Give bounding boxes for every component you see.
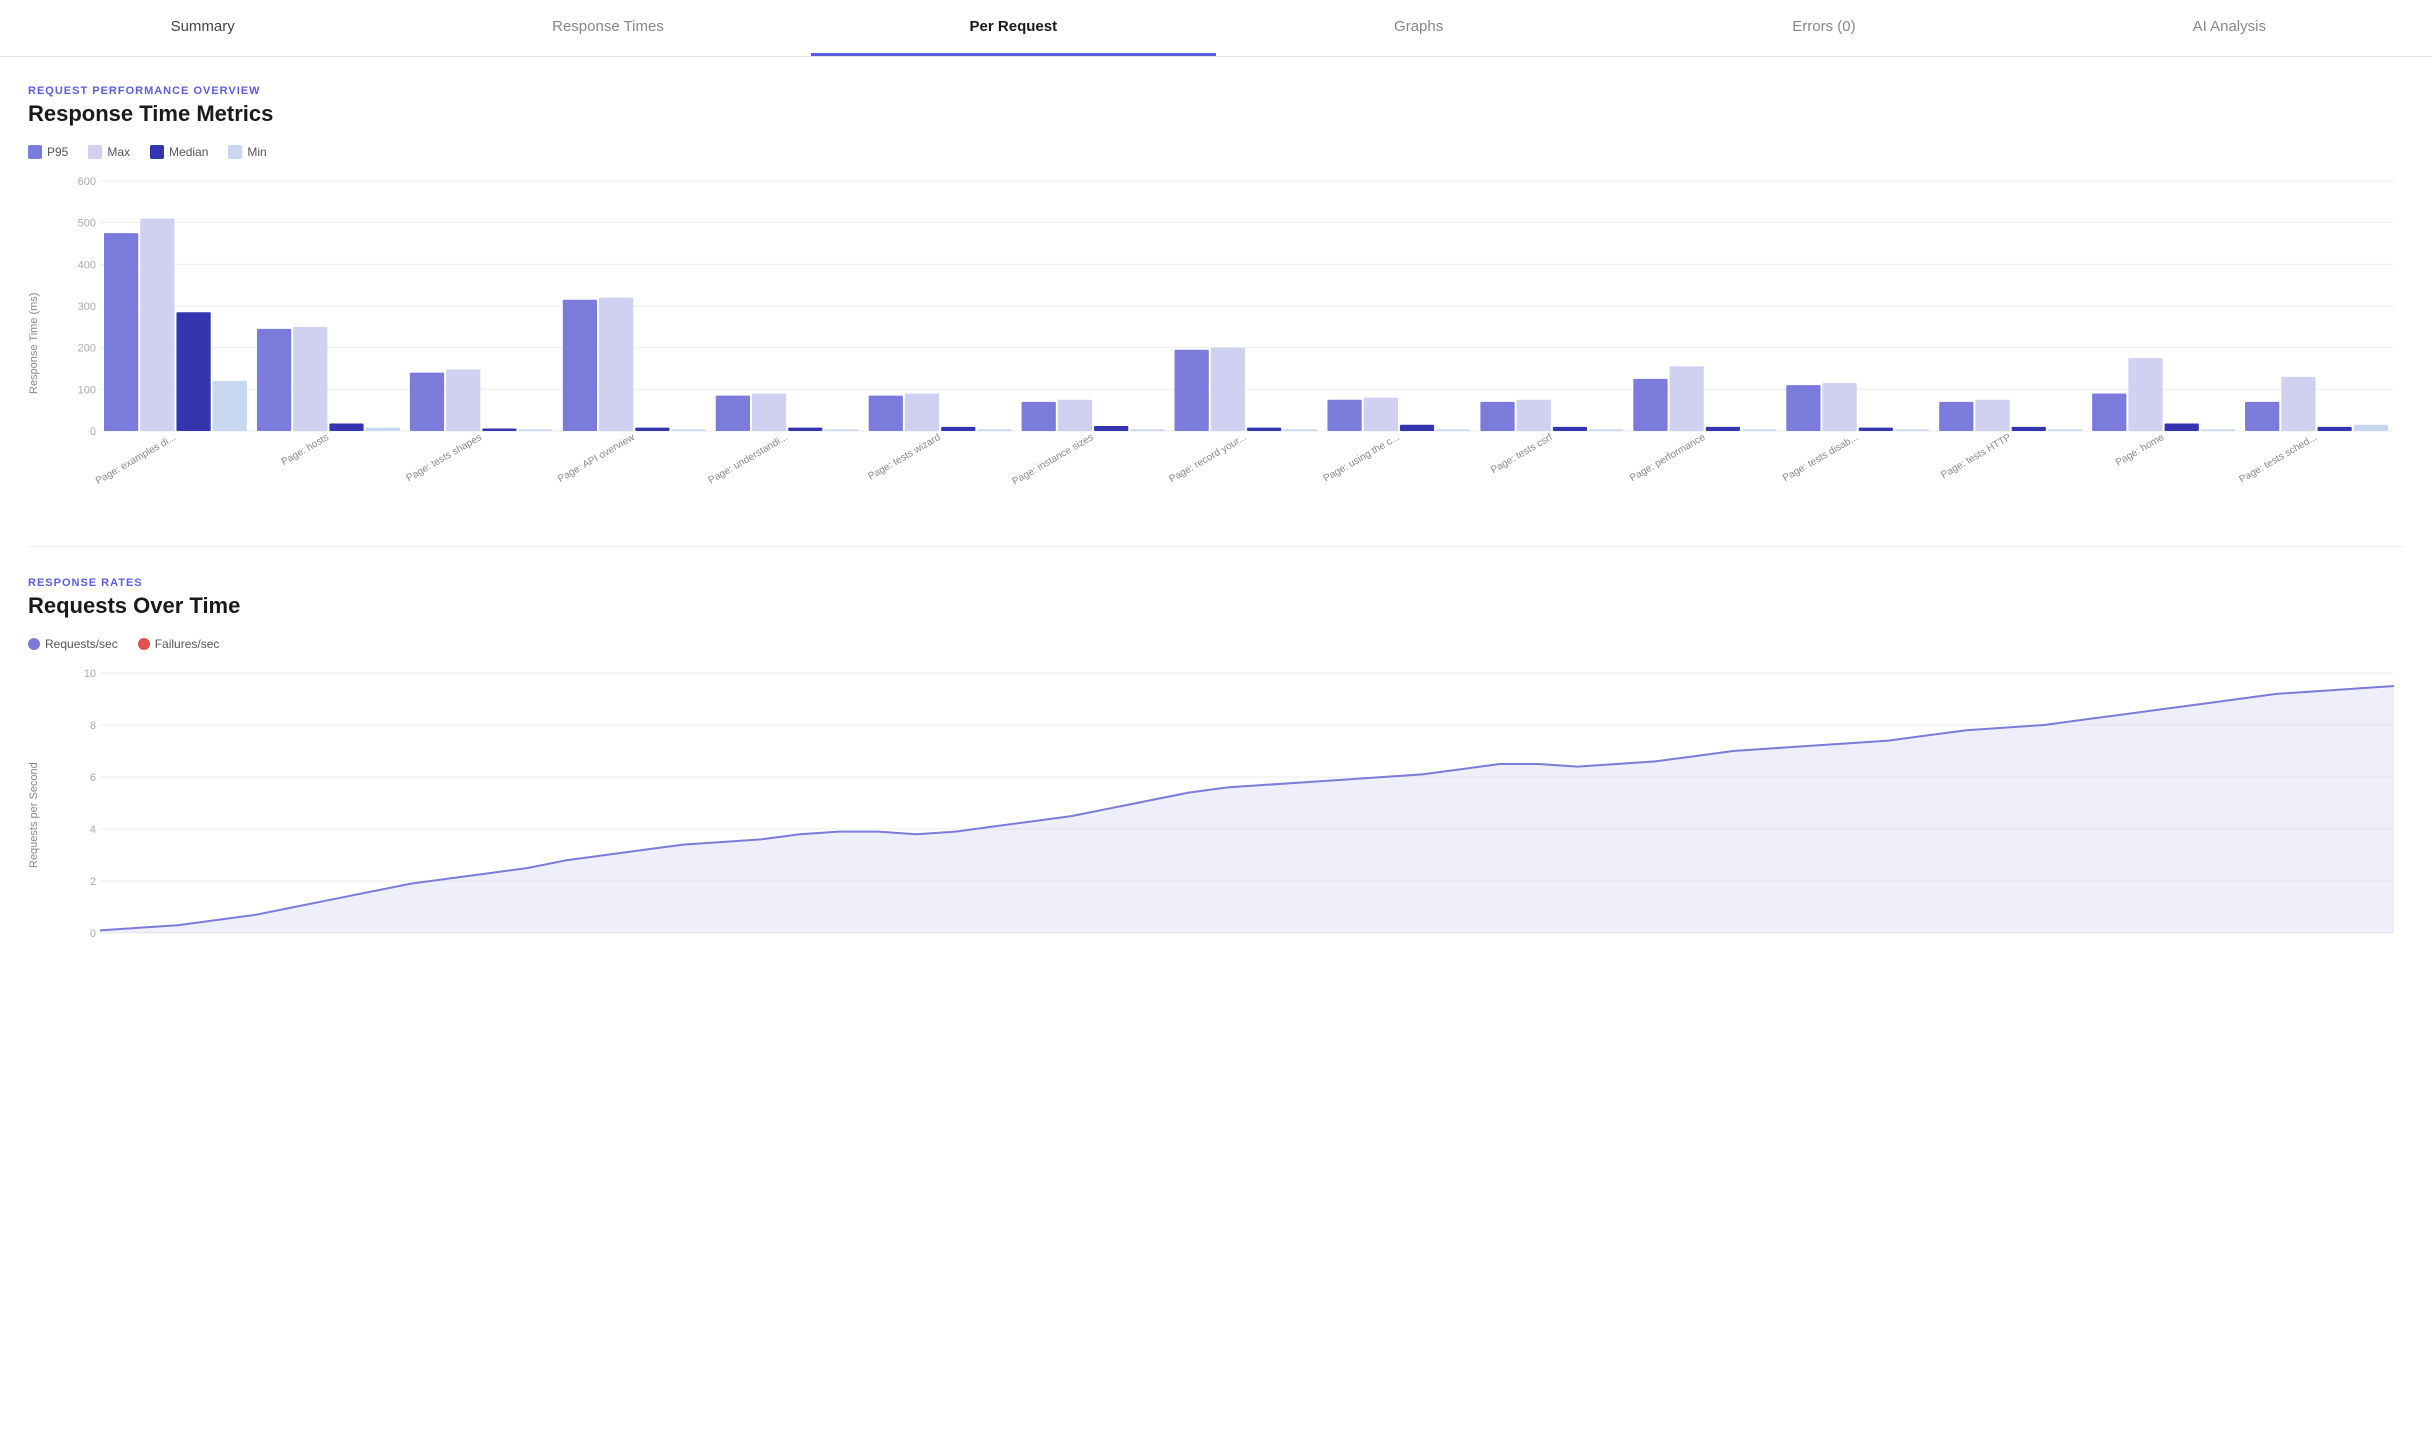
line-chart-y-label: Requests per Second	[28, 663, 58, 968]
svg-text:6: 6	[90, 772, 96, 784]
svg-text:Page: home: Page: home	[2114, 432, 2167, 469]
legend-p95: P95	[28, 145, 68, 159]
section1-title: Response Time Metrics	[28, 101, 2404, 127]
tab-bar: Summary Response Times Per Request Graph…	[0, 0, 2432, 57]
svg-text:Page: tests csrf: Page: tests csrf	[1489, 432, 1554, 476]
svg-text:8: 8	[90, 720, 96, 732]
bar-chart-wrapper: Response Time (ms) 0 100 200 300 400 500 600 Pa…	[28, 171, 2404, 516]
svg-text:100: 100	[78, 384, 96, 396]
svg-text:Page: tests sched...: Page: tests sched...	[2237, 432, 2319, 485]
svg-text:Page: tests wizard: Page: tests wizard	[866, 432, 942, 482]
line-chart-wrapper: Requests per Second 0 2 4 6 8 10	[28, 663, 2404, 968]
svg-text:10: 10	[84, 668, 96, 680]
legend-max-label: Max	[107, 145, 130, 159]
legend-p95-label: P95	[47, 145, 68, 159]
legend-max-icon	[88, 145, 102, 159]
legend-median-icon	[150, 145, 164, 159]
tab-response-times[interactable]: Response Times	[405, 0, 810, 56]
bar-chart-legend: P95 Max Median Min	[28, 145, 2404, 159]
svg-text:2: 2	[90, 876, 96, 888]
main-content: REQUEST PERFORMANCE OVERVIEW Response Ti…	[0, 57, 2432, 968]
legend-failures-icon	[138, 638, 150, 650]
tab-graphs[interactable]: Graphs	[1216, 0, 1621, 56]
line-chart-section: RESPONSE RATES Requests Over Time Reques…	[28, 577, 2404, 968]
legend-p95-icon	[28, 145, 42, 159]
svg-text:400: 400	[78, 259, 96, 271]
bar-chart-area: 0 100 200 300 400 500 600 Page: examples di... P…	[62, 171, 2404, 516]
tab-ai-analysis[interactable]: AI Analysis	[2027, 0, 2432, 56]
line-chart-svg: 0 2 4 6 8 10	[62, 663, 2404, 963]
svg-text:0: 0	[90, 928, 96, 940]
svg-text:Page: tests disab...: Page: tests disab...	[1781, 432, 1860, 484]
svg-text:Page: tests HTTP: Page: tests HTTP	[1939, 432, 2013, 481]
svg-text:Page: hosts: Page: hosts	[280, 432, 331, 468]
bar-chart-y-label: Response Time (ms)	[28, 171, 58, 516]
legend-min-icon	[228, 145, 242, 159]
section2-title: Requests Over Time	[28, 593, 2404, 619]
svg-text:Page: record your...: Page: record your...	[1167, 432, 1248, 485]
legend-median-label: Median	[169, 145, 208, 159]
svg-text:200: 200	[78, 343, 96, 355]
bar-chart-section: REQUEST PERFORMANCE OVERVIEW Response Ti…	[28, 85, 2404, 516]
tab-per-request[interactable]: Per Request	[811, 0, 1216, 56]
svg-text:Page: understandi...: Page: understandi...	[707, 432, 790, 486]
section1-label: REQUEST PERFORMANCE OVERVIEW	[28, 85, 2404, 97]
svg-text:Page: API overview: Page: API overview	[556, 432, 637, 485]
legend-requests: Requests/sec	[28, 637, 118, 651]
legend-failures-label: Failures/sec	[155, 637, 220, 651]
legend-min: Min	[228, 145, 266, 159]
tab-errors[interactable]: Errors (0)	[1621, 0, 2026, 56]
legend-requests-label: Requests/sec	[45, 637, 118, 651]
legend-median: Median	[150, 145, 208, 159]
legend-failures: Failures/sec	[138, 637, 220, 651]
legend-requests-icon	[28, 638, 40, 650]
legend-max: Max	[88, 145, 130, 159]
svg-text:Page: examples di...: Page: examples di...	[94, 432, 178, 487]
svg-text:300: 300	[78, 301, 96, 313]
line-chart-legend: Requests/sec Failures/sec	[28, 637, 2404, 651]
section-divider	[28, 546, 2404, 547]
svg-text:0: 0	[90, 426, 96, 438]
bar-chart-svg: 0 100 200 300 400 500 600 Page: examples di... P…	[62, 171, 2404, 511]
line-chart-area: 0 2 4 6 8 10	[62, 663, 2404, 968]
section2-label: RESPONSE RATES	[28, 577, 2404, 589]
svg-text:4: 4	[90, 824, 96, 836]
svg-text:Page: instance sizes: Page: instance sizes	[1011, 432, 1096, 487]
svg-text:Page: performance: Page: performance	[1628, 432, 1708, 484]
legend-min-label: Min	[247, 145, 266, 159]
tab-summary[interactable]: Summary	[0, 0, 405, 56]
svg-text:600: 600	[78, 176, 96, 188]
svg-text:500: 500	[78, 218, 96, 230]
svg-text:Page: using the c...: Page: using the c...	[1322, 432, 1402, 484]
svg-text:Page: tests shapes: Page: tests shapes	[405, 432, 484, 484]
